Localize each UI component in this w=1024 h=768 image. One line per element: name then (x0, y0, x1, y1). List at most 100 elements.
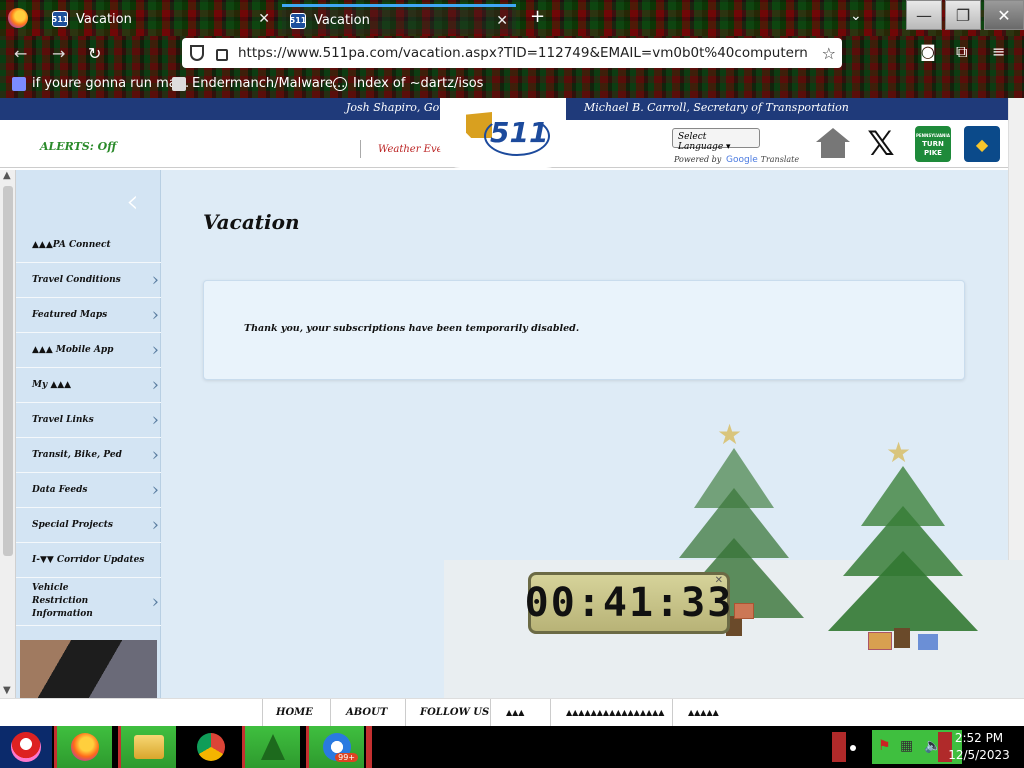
turnpike-icon[interactable]: PENNSYLVANIA TURN PIKE (915, 126, 951, 162)
tab-title: Vacation (314, 13, 370, 28)
chevron-right-icon: › (151, 479, 159, 501)
scrollbar-thumb[interactable] (3, 186, 13, 556)
sidebar-item-vehicle-restriction[interactable]: Vehicle Restriction Information › (16, 578, 161, 626)
url-bar[interactable]: https://www.511pa.com/vacation.aspx?TID=… (182, 38, 842, 68)
footer-link[interactable]: ▲▲▲▲▲▲▲▲▲▲▲▲▲▲▲▲ (566, 707, 664, 717)
clock-date: 12/5/2023 (948, 748, 1010, 762)
pocket-icon[interactable]: ◙ (920, 42, 936, 61)
scroll-down-icon[interactable]: ▼ (3, 685, 11, 696)
footer-about-link[interactable]: ABOUT (346, 707, 387, 718)
chevron-right-icon: › (151, 269, 159, 291)
sidebar-scrollbar[interactable]: ▲ ▼ (0, 170, 16, 698)
sidebar-item-travel-conditions[interactable]: Travel Conditions › (16, 263, 161, 298)
chevron-right-icon: › (151, 304, 159, 326)
firefox-icon[interactable] (8, 8, 28, 28)
footer-home-link[interactable]: HOME (276, 707, 313, 718)
pa-keystone-icon[interactable]: ◆ (964, 126, 1000, 162)
divider (405, 699, 406, 727)
sidebar-item-transit-bike-ped[interactable]: Transit, Bike, Ped › (16, 438, 161, 473)
bookmarks-bar: if youre gonna run ma... Endermanch/Malw… (0, 70, 1024, 98)
globe-icon (333, 76, 347, 91)
notification-badge: 99+ (335, 753, 358, 762)
list-all-tabs-button[interactable]: ⌄ (850, 8, 862, 24)
chevron-right-icon: › (151, 444, 159, 466)
tray-dot (850, 745, 856, 751)
bookmark-star-icon[interactable]: ☆ (822, 44, 836, 63)
tree-star-icon: ★ (717, 418, 743, 451)
sidebar-item-pa-connect[interactable]: ▲▲▲PA Connect (16, 228, 161, 263)
url-text[interactable]: https://www.511pa.com/vacation.aspx?TID=… (238, 45, 808, 61)
reload-button[interactable]: ↻ (88, 44, 101, 63)
network-icon[interactable]: ▦ (900, 738, 913, 754)
turnpike-sub-label: PIKE (924, 148, 942, 157)
taskbar-clock[interactable]: 2:52 PM 12/5/2023 (944, 730, 1014, 764)
scroll-up-icon[interactable]: ▲ (3, 170, 11, 181)
alerts-toggle[interactable]: ALERTS: Off (40, 140, 116, 153)
home-icon[interactable] (815, 126, 851, 162)
sidebar-item-mobile-app[interactable]: ▲▲▲ Mobile App › (16, 333, 161, 368)
footer-follow-link[interactable]: FOLLOW US (420, 707, 489, 718)
forward-button[interactable]: → (52, 44, 65, 63)
tracking-protection-shield-icon[interactable] (190, 45, 204, 61)
taskbar-tree-app[interactable] (242, 726, 300, 768)
taskbar-firefox[interactable] (54, 726, 112, 768)
christmas-tree-right: ★ (828, 436, 978, 666)
extensions-icon[interactable]: ⧉ (956, 42, 967, 62)
chevron-right-icon: › (151, 374, 159, 396)
back-button[interactable]: ← (14, 44, 27, 63)
bookmark-label: Index of ~dartz/isos (353, 76, 484, 91)
site-logo[interactable]: 511 (490, 116, 548, 149)
menu-icon[interactable]: ≡ (992, 42, 1005, 61)
bookmark-item[interactable]: Index of ~dartz/isos (333, 76, 483, 91)
tab-title: Vacation (76, 11, 132, 27)
bookmark-item[interactable]: if youre gonna run ma... (12, 76, 189, 91)
translate-label: Translate (760, 155, 800, 164)
site-footer: HOME ABOUT FOLLOW US ▲▲▲ ▲▲▲▲▲▲▲▲▲▲▲▲▲▲▲… (0, 698, 1024, 727)
sidebar-item-corridor-updates[interactable]: I-▼▼ Corridor Updates (16, 543, 161, 578)
timer-readout: 00:41:33 (524, 580, 734, 626)
tab-vacation-2[interactable]: 511 Vacation ✕ (282, 4, 516, 34)
timer-close-icon[interactable]: ✕ (715, 575, 723, 586)
page-title: Vacation (203, 210, 300, 234)
tray-indicator (832, 732, 846, 762)
x-twitter-icon[interactable]: 𝕏 (863, 124, 899, 164)
taskbar-messenger[interactable]: 99+ (306, 726, 364, 768)
site-favicon-icon: 511 (290, 12, 306, 29)
maximize-button[interactable]: ❐ (945, 0, 981, 30)
chevron-right-icon: › (151, 409, 159, 431)
google-label: Google (726, 155, 758, 165)
sidebar-item-special-projects[interactable]: Special Projects › (16, 508, 161, 543)
browser-tab-bar: 511 Vacation ✕ 511 Vacation ✕ + ⌄ — ❐ ✕ (0, 0, 1024, 36)
sidebar-item-my-511[interactable]: My ▲▲▲ › (16, 368, 161, 403)
sidebar-item-travel-links[interactable]: Travel Links › (16, 403, 161, 438)
tab-vacation-1[interactable]: 511 Vacation ✕ (44, 4, 278, 34)
sidebar-menu: ▲▲▲PA Connect Travel Conditions › Feature… (16, 228, 161, 626)
bookmark-item[interactable]: Endermanch/Malware... (172, 76, 345, 91)
language-select[interactable]: Select Language ▾ (672, 128, 760, 152)
close-window-button[interactable]: ✕ (984, 0, 1024, 30)
tab-close-icon[interactable]: ✕ (496, 13, 508, 29)
taskbar-chrome[interactable] (182, 726, 240, 768)
footer-link[interactable]: ▲▲▲ (506, 707, 524, 717)
chevron-right-icon: › (151, 591, 159, 612)
chrome-icon (197, 733, 225, 761)
taskbar-file-explorer[interactable] (118, 726, 176, 768)
tree-icon (260, 734, 285, 760)
tree-star-icon: ★ (886, 436, 912, 469)
google-translate-link[interactable]: Google Translate (726, 155, 799, 165)
sidebar-item-data-feeds[interactable]: Data Feeds › (16, 473, 161, 508)
turnpike-top-label: PENNSYLVANIA (916, 132, 950, 138)
tab-close-icon[interactable]: ✕ (258, 11, 270, 27)
footer-link[interactable]: ▲▲▲▲▲ (688, 707, 719, 717)
bookmark-label: if youre gonna run ma... (32, 76, 190, 91)
start-button[interactable] (0, 726, 52, 768)
collapse-sidebar-icon[interactable]: ‹ (126, 182, 139, 220)
sidebar-item-featured-maps[interactable]: Featured Maps › (16, 298, 161, 333)
countdown-timer[interactable]: 00:41:33 ✕ (525, 572, 731, 634)
network-error-icon[interactable]: ⚑ (878, 738, 891, 754)
minimize-button[interactable]: — (906, 0, 942, 30)
message-card: Thank you, your subscriptions have been … (203, 280, 965, 380)
lock-icon[interactable] (216, 49, 228, 61)
new-tab-button[interactable]: + (530, 6, 545, 27)
sidebar-promo-image[interactable] (20, 640, 157, 698)
